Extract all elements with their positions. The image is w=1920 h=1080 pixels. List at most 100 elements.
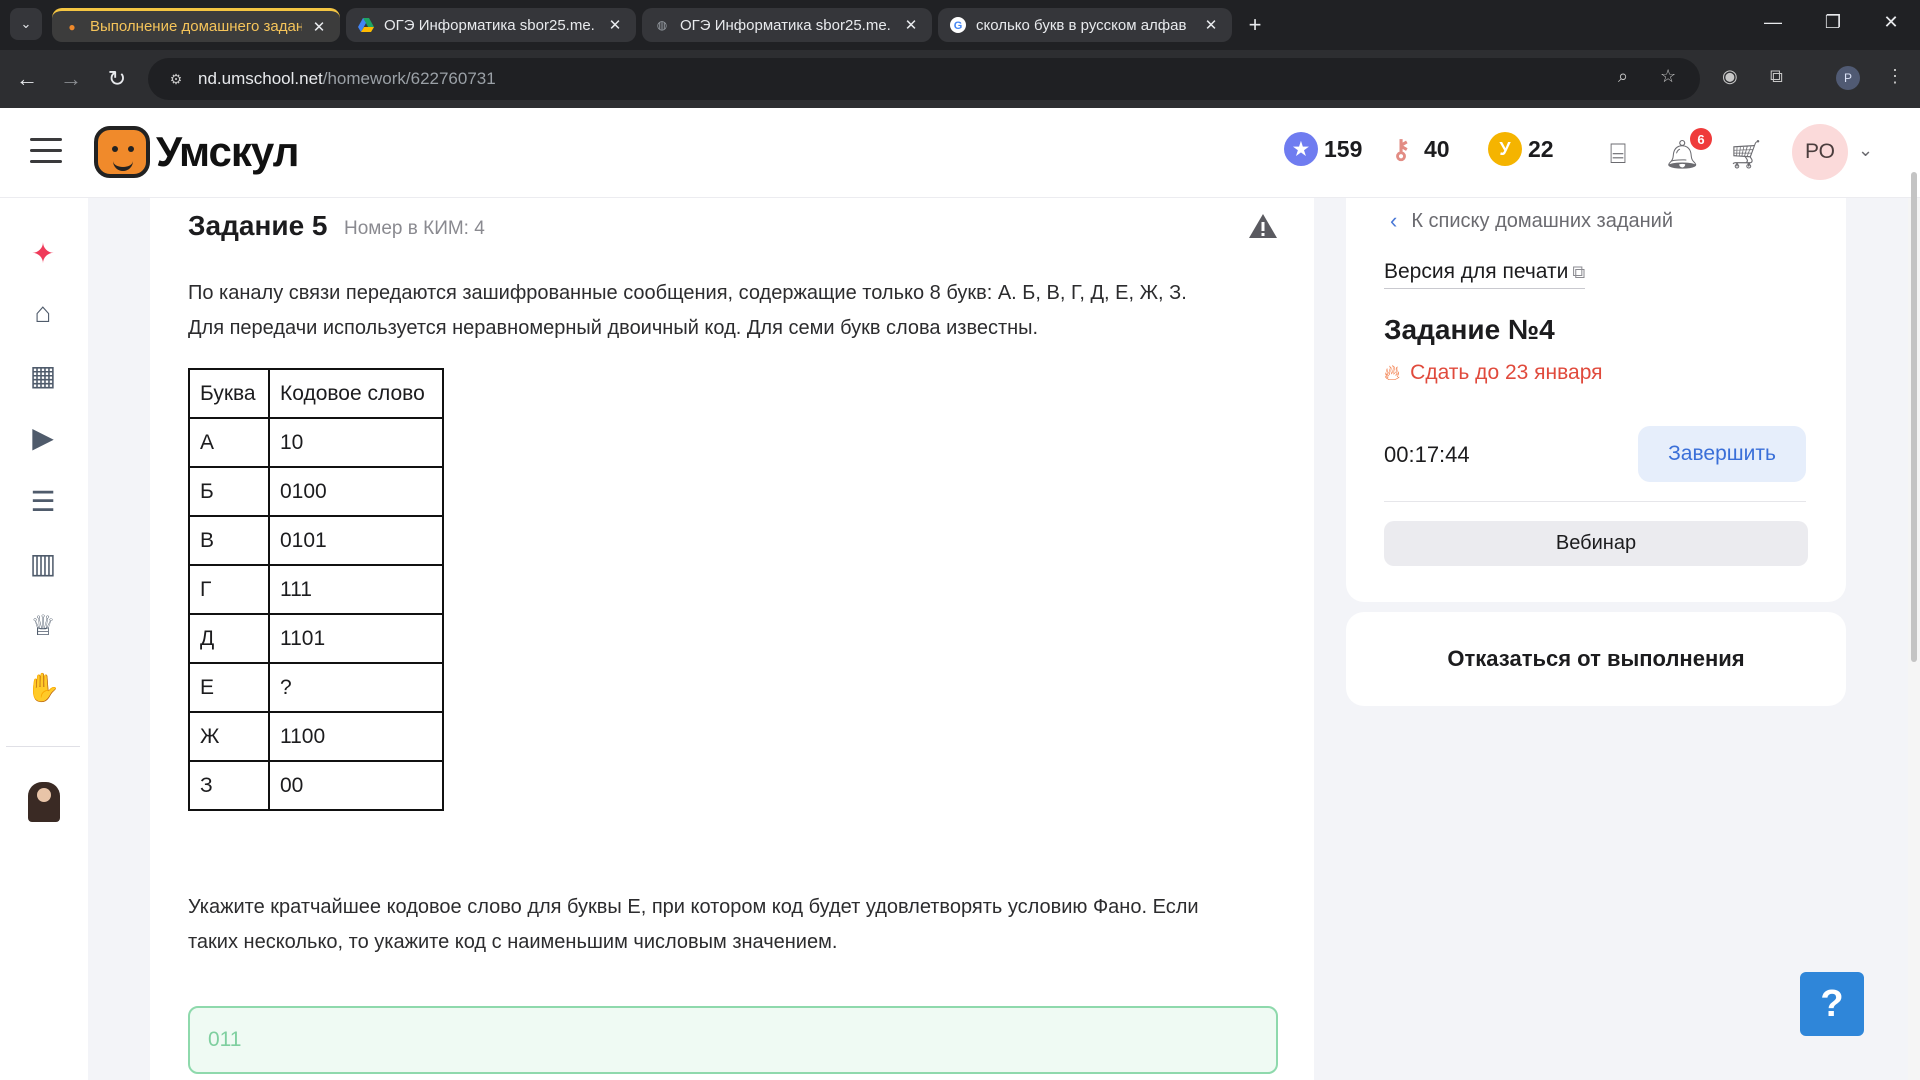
timer: 00:17:44 <box>1384 442 1470 467</box>
tab-oge-2[interactable]: ◍ ОГЭ Информатика sbor25.me. ✕ <box>642 8 932 42</box>
letter-cell: В <box>188 515 270 566</box>
browser-toolbar: ← → ↻ ⚙ nd.umschool.net/homework/6227607… <box>0 50 1920 108</box>
vpn-globe-icon[interactable]: ◉ <box>1722 66 1738 87</box>
hand-wave-icon[interactable]: ✋ <box>24 668 62 706</box>
webinar-button[interactable]: Вебинар <box>1384 521 1808 566</box>
address-bar[interactable]: ⚙ nd.umschool.net/homework/622760731 ⌕ ☆ <box>148 58 1700 100</box>
bookmark-star-icon[interactable]: ☆ <box>1660 66 1676 87</box>
scrollbar-thumb[interactable] <box>1911 172 1917 662</box>
external-link-icon: ⧉ <box>1572 262 1586 282</box>
svg-text:G: G <box>954 20 963 32</box>
chevron-down-icon[interactable]: ⌄ <box>1858 140 1873 161</box>
help-button[interactable]: ? <box>1800 972 1864 1036</box>
code-cell: 00 <box>268 760 444 811</box>
homework-title: Задание №4 <box>1384 314 1555 345</box>
chevron-left-icon: ‹ <box>1390 208 1398 233</box>
extensions-icon[interactable]: ⧉ <box>1770 66 1783 87</box>
ticket-icon[interactable]: ⌸ <box>1600 136 1636 172</box>
close-tab-icon[interactable]: ✕ <box>902 16 920 34</box>
panel-divider <box>1384 501 1806 502</box>
coins-counter[interactable]: У 22 <box>1488 132 1554 166</box>
table-row: Б 0100 <box>188 466 444 517</box>
zoom-icon[interactable]: ⌕ <box>1618 66 1628 87</box>
code-cell: 1100 <box>268 711 444 762</box>
star-badge-icon: ★ <box>1284 132 1318 166</box>
video-lessons-icon[interactable]: ▶ <box>24 418 62 456</box>
trophy-icon[interactable]: ♕ <box>24 606 62 644</box>
table-row: Д 1101 <box>188 613 444 664</box>
letter-cell: З <box>188 760 270 811</box>
umschool-favicon-icon: ● <box>68 19 76 34</box>
answer-input[interactable]: 011 <box>188 1006 1278 1074</box>
tab-title: ОГЭ Информатика sbor25.me. <box>384 16 595 34</box>
deadline-label: 🔥︎ Сдать до 23 января <box>1384 360 1603 385</box>
tab-oge-drive[interactable]: ОГЭ Информатика sbor25.me. ✕ <box>346 8 636 42</box>
task-description: По каналу связи передаются зашифрованные… <box>188 282 1187 339</box>
restore-icon[interactable]: ❐ <box>1818 12 1848 33</box>
profile-avatar[interactable]: P <box>1836 66 1860 90</box>
tiger-logo-icon <box>94 126 150 178</box>
calendar-icon[interactable]: ▦ <box>24 356 62 394</box>
new-tab-button[interactable]: + <box>1240 10 1270 40</box>
table-row: Г 111 <box>188 564 444 615</box>
table-row: З 00 <box>188 760 444 811</box>
code-cell: ? <box>268 662 444 713</box>
fire-icon: 🔥︎ <box>1384 360 1401 385</box>
minimize-icon[interactable]: — <box>1758 12 1788 33</box>
drive-favicon-icon <box>358 17 374 33</box>
close-tab-icon[interactable]: ✕ <box>606 16 624 34</box>
table-row: Е? <box>188 662 444 713</box>
back-arrow-icon[interactable]: ← <box>12 64 42 94</box>
letter-cell: Г <box>188 564 270 615</box>
globe-favicon-icon: ◍ <box>656 18 668 32</box>
umskul-logo[interactable]: Умскул <box>94 126 299 178</box>
url-text: nd.umschool.net/homework/622760731 <box>198 69 496 88</box>
kim-number: Номер в КИМ: 4 <box>344 218 485 239</box>
user-avatar[interactable]: РО <box>1792 124 1848 180</box>
left-sidebar: ✦ ⌂ ▦ ▶ ☰ ▥ ♕ ✋ <box>0 198 88 1080</box>
homework-icon[interactable]: ☰ <box>24 482 62 520</box>
tab-google-search[interactable]: G сколько букв в русском алфав ✕ <box>938 8 1232 42</box>
google-favicon-icon: G <box>950 17 966 33</box>
site-settings-icon[interactable]: ⚙ <box>162 71 190 88</box>
task-question: Укажите кратчайшее кодовое слово для бук… <box>188 896 1199 953</box>
code-cell: 0101 <box>268 515 444 566</box>
tab-title: Выполнение домашнего задан <box>90 18 302 35</box>
tab-title: сколько букв в русском алфав <box>976 16 1187 34</box>
column-header: Кодовое слово <box>268 368 444 419</box>
mentor-avatar[interactable] <box>28 782 60 822</box>
browser-menu-icon[interactable]: ⋮ <box>1886 66 1904 87</box>
homework-panel: ‹ К списку домашних заданий Версия для п… <box>1346 198 1846 602</box>
sidebar-divider <box>6 746 80 747</box>
table-header-row: Буква Кодовое слово <box>188 368 444 419</box>
close-window-icon[interactable]: ✕ <box>1876 12 1906 33</box>
report-warning-icon[interactable] <box>1248 212 1278 240</box>
progress-chart-icon[interactable]: ▥ <box>24 544 62 582</box>
column-header: Буква <box>188 368 270 419</box>
cart-icon[interactable]: 🛒︎ <box>1728 136 1764 172</box>
letter-cell: А <box>188 417 270 468</box>
code-cell: 111 <box>268 564 444 615</box>
keys-counter[interactable]: ⚷ 40 <box>1384 132 1449 166</box>
home-icon[interactable]: ⌂ <box>24 294 62 332</box>
table-row: В 0101 <box>188 515 444 566</box>
code-table: Буква Кодовое слово А 10 Б 0100 В 0101 Г 111… <box>188 368 444 811</box>
task-title: Задание 5 <box>188 210 328 241</box>
tab-homework[interactable]: ● Выполнение домашнего задан ✕ <box>52 8 340 42</box>
code-cell: 10 <box>268 417 444 468</box>
refuse-button[interactable]: Отказаться от выполнения <box>1346 612 1846 706</box>
letter-cell: Б <box>188 466 270 517</box>
task-card: Задание 5 Номер в КИМ: 4 По каналу связи… <box>150 198 1314 1080</box>
back-to-homework-list-link[interactable]: ‹ К списку домашних заданий <box>1390 208 1673 234</box>
stars-counter[interactable]: ★ 159 <box>1284 132 1362 166</box>
sparkle-icon[interactable]: ✦ <box>24 234 62 272</box>
close-tab-icon[interactable]: ✕ <box>310 18 328 36</box>
reload-icon[interactable]: ↻ <box>102 64 132 94</box>
print-version-link[interactable]: Версия для печати ⧉ <box>1384 260 1586 289</box>
browser-tab-strip: ⌄ ● Выполнение домашнего задан ✕ ОГЭ Инф… <box>0 0 1920 50</box>
menu-icon[interactable] <box>30 138 62 164</box>
forward-arrow-icon[interactable]: → <box>56 64 86 94</box>
finish-button[interactable]: Завершить <box>1638 426 1806 482</box>
close-tab-icon[interactable]: ✕ <box>1202 16 1220 34</box>
tab-search-button[interactable]: ⌄ <box>10 8 42 40</box>
